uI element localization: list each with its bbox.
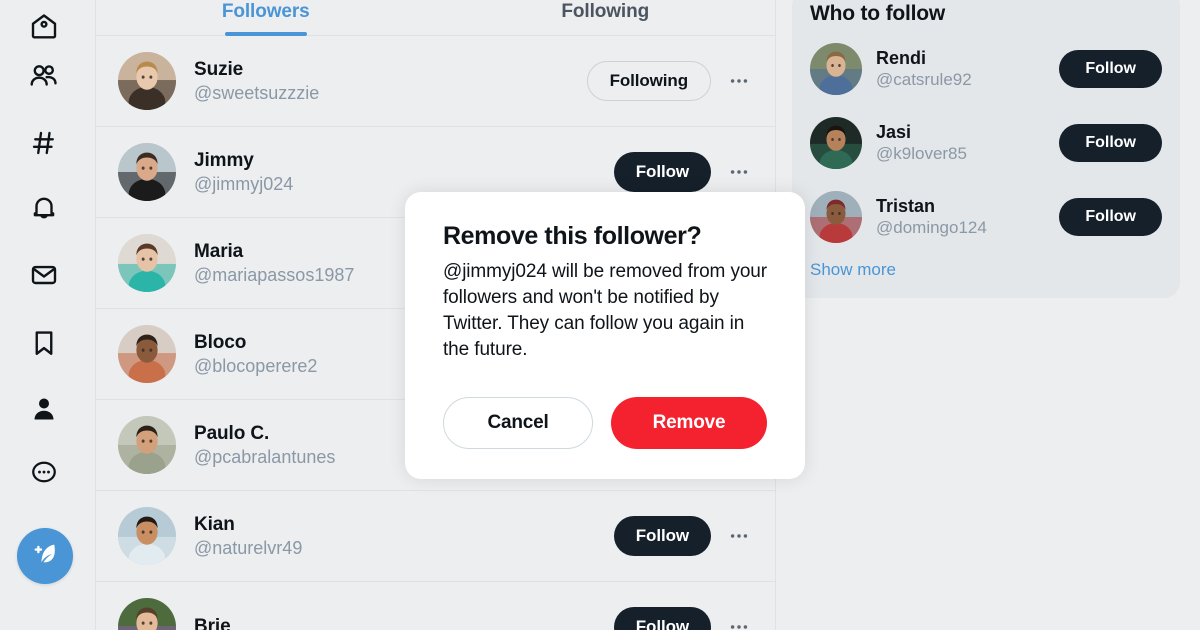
follower-identity: Jimmy @jimmyj024 — [194, 149, 293, 196]
follower-row-actions: Following — [586, 61, 753, 101]
remove-button[interactable]: Remove — [611, 397, 767, 449]
profile-person-icon — [29, 394, 59, 424]
avatar — [118, 507, 176, 565]
messages-envelope-icon — [29, 260, 59, 290]
follow-button[interactable]: Follow — [1059, 50, 1162, 88]
follow-button[interactable]: Follow — [1059, 198, 1162, 236]
row-more-icon[interactable] — [725, 613, 753, 630]
suggestion-row[interactable]: Jasi @k9lover85 Follow — [792, 106, 1180, 180]
avatar — [810, 117, 862, 169]
follower-identity: Maria @mariapassos1987 — [194, 240, 354, 287]
feather-plus-icon — [30, 539, 60, 574]
follower-handle: @naturelvr49 — [194, 537, 303, 558]
follower-handle: @blocoperere2 — [194, 355, 318, 376]
follower-display-name: Suzie — [194, 58, 244, 80]
avatar — [118, 234, 176, 292]
suggestion-handle: @k9lover85 — [876, 144, 967, 163]
follower-identity: Paulo C. @pcabralantunes — [194, 422, 335, 469]
who-to-follow-card: Who to follow Rendi @catsrule92 Follow Jasi… — [792, 0, 1180, 298]
avatar — [118, 143, 176, 201]
follower-identity: Kian @naturelvr49 — [194, 513, 302, 560]
bookmarks-icon — [29, 328, 59, 358]
avatar — [118, 325, 176, 383]
sidebar-item-home[interactable] — [18, 0, 70, 52]
cancel-button[interactable]: Cancel — [443, 397, 593, 449]
follower-handle: @jimmyj024 — [194, 173, 294, 194]
who-to-follow-list: Rendi @catsrule92 Follow Jasi @k9lover85 Foll… — [792, 32, 1180, 254]
sidebar-item-communities[interactable] — [18, 50, 70, 102]
profile-tabs: Followers Following — [96, 0, 775, 36]
suggestion-row[interactable]: Tristan @domingo124 Follow — [792, 180, 1180, 254]
suggestion-display-name: Tristan — [876, 196, 936, 216]
row-more-icon[interactable] — [725, 158, 753, 186]
follow-button[interactable]: Follow — [613, 152, 711, 192]
follower-row-actions: Follow — [613, 516, 753, 556]
sidebar-item-notifications[interactable] — [18, 182, 70, 234]
more-ellipsis-icon — [29, 457, 59, 487]
suggestion-row[interactable]: Rendi @catsrule92 Follow — [792, 32, 1180, 106]
follower-display-name: Bloco — [194, 331, 247, 353]
avatar — [810, 43, 862, 95]
suggestion-handle: @catsrule92 — [876, 70, 972, 89]
left-nav-rail — [0, 0, 96, 630]
avatar — [118, 598, 176, 630]
follower-handle: @sweetsuzzzie — [194, 82, 320, 103]
follower-row[interactable]: Suzie @sweetsuzzzie Following — [96, 36, 775, 127]
follow-button[interactable]: Follow — [613, 607, 711, 630]
follower-identity: Suzie @sweetsuzzzie — [194, 58, 319, 105]
follower-handle: @pcabralantunes — [194, 446, 336, 467]
follow-button[interactable]: Follow — [1059, 124, 1162, 162]
follower-display-name: Brie — [194, 616, 231, 630]
avatar — [118, 52, 176, 110]
sidebar-item-more[interactable] — [18, 446, 70, 498]
right-sidebar: Who to follow Rendi @catsrule92 Follow Jasi… — [776, 0, 1200, 630]
following-button[interactable]: Following — [586, 61, 711, 101]
sidebar-item-profile[interactable] — [18, 383, 70, 435]
dialog-body-text: @jimmyj024 will be removed from your fol… — [443, 261, 768, 360]
suggestion-display-name: Rendi — [876, 48, 927, 68]
follower-display-name: Jimmy — [194, 149, 254, 171]
dialog-title: Remove this follower? — [443, 222, 702, 250]
suggestion-identity: Rendi @catsrule92 — [876, 47, 972, 91]
sidebar-item-messages[interactable] — [18, 249, 70, 301]
home-icon — [29, 11, 59, 41]
dialog-actions: Cancel Remove — [443, 397, 767, 449]
suggestion-handle: @domingo124 — [876, 218, 987, 237]
tab-label: Following — [561, 1, 650, 22]
communities-icon — [28, 60, 60, 92]
follow-button[interactable]: Follow — [613, 516, 711, 556]
row-more-icon[interactable] — [725, 67, 753, 95]
avatar — [118, 416, 176, 474]
notifications-bell-icon — [29, 193, 59, 223]
sidebar-item-bookmarks[interactable] — [18, 317, 70, 369]
remove-follower-dialog: Remove this follower? @jimmyj024 will be… — [405, 192, 805, 479]
suggestion-display-name: Jasi — [876, 122, 912, 142]
suggestion-identity: Jasi @k9lover85 — [876, 121, 967, 165]
follower-identity: Brie — [194, 615, 231, 630]
avatar — [810, 191, 862, 243]
sidebar-item-explore[interactable] — [18, 117, 70, 169]
tab-following[interactable]: Following — [436, 0, 776, 35]
follower-row[interactable]: Brie Follow — [96, 582, 775, 630]
tab-followers[interactable]: Followers — [96, 0, 436, 36]
show-more-link[interactable]: Show more — [792, 254, 1180, 280]
row-more-icon[interactable] — [725, 522, 753, 550]
compose-tweet-button[interactable] — [17, 528, 73, 584]
app-root: Followers Following Suzie @sweetsuzzzie Fol… — [0, 0, 1200, 630]
suggestion-identity: Tristan @domingo124 — [876, 195, 987, 239]
who-to-follow-title: Who to follow — [810, 2, 946, 25]
follower-display-name: Kian — [194, 513, 235, 535]
explore-hashtag-icon — [29, 128, 59, 158]
follower-identity: Bloco @blocoperere2 — [194, 331, 317, 378]
follower-row-actions: Follow — [613, 152, 753, 192]
follower-display-name: Paulo C. — [194, 422, 270, 444]
follower-display-name: Maria — [194, 240, 244, 262]
tab-label: Followers — [221, 1, 310, 22]
follower-handle: @mariapassos1987 — [194, 264, 355, 285]
follower-row[interactable]: Kian @naturelvr49 Follow — [96, 491, 775, 582]
follower-row-actions: Follow — [613, 607, 753, 630]
